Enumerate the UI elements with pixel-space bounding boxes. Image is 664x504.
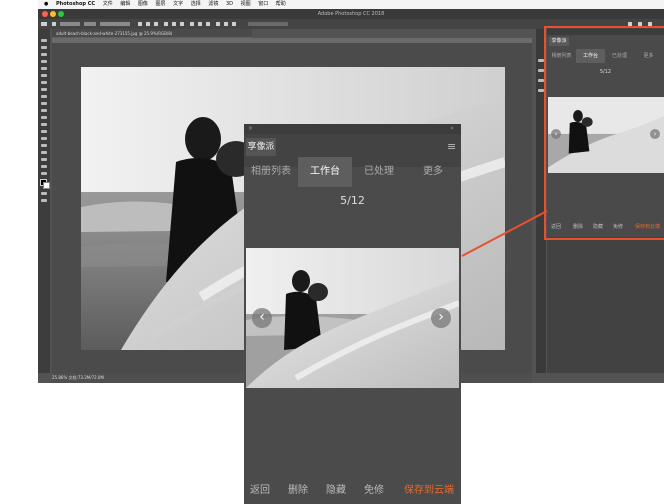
menu-item-filter[interactable]: 滤镜 <box>208 1 218 7</box>
tab-more[interactable]: 更多 <box>406 157 460 187</box>
move-tool-icon[interactable] <box>41 39 47 42</box>
dodge-tool-icon[interactable] <box>41 130 47 133</box>
menu-app-name[interactable]: Photoshop CC <box>56 1 95 7</box>
collapse-icon[interactable]: « <box>450 124 454 134</box>
close-window-icon[interactable] <box>42 11 48 17</box>
menu-item-layer[interactable]: 图层 <box>156 1 166 7</box>
stamp-tool-icon[interactable] <box>41 95 47 98</box>
menu-item-select[interactable]: 选择 <box>191 1 201 7</box>
hide-button[interactable]: 隐藏 <box>326 482 346 500</box>
panel-footer: 返回 删除 隐藏 免修 保存到云端 <box>244 482 461 500</box>
screen-mode-icon[interactable] <box>41 199 47 202</box>
window-title: Adobe Photoshop CC 2018 <box>317 11 385 17</box>
crop-tool-icon[interactable] <box>41 67 47 70</box>
delete-button[interactable]: 删除 <box>288 482 308 500</box>
menu-item-view[interactable]: 视图 <box>241 1 251 7</box>
panel-tabs: 相册列表 工作台 已处理 更多 <box>244 157 461 187</box>
highlight-frame <box>544 26 664 240</box>
panel-title: 享像派 <box>246 138 276 156</box>
image-counter: 5/12 <box>340 194 365 207</box>
pen-tool-icon[interactable] <box>41 137 47 140</box>
type-tool-icon[interactable] <box>41 144 47 147</box>
document-tab[interactable]: adult-beach-black-and-white-273155.jpg @… <box>52 29 252 38</box>
tab-workbench[interactable]: 工作台 <box>298 157 352 187</box>
minimize-window-icon[interactable] <box>50 11 56 17</box>
history-brush-tool-icon[interactable] <box>41 102 47 105</box>
menu-item-help[interactable]: 帮助 <box>276 1 286 7</box>
menu-item-3d[interactable]: 3D <box>226 1 233 7</box>
quick-mask-icon[interactable] <box>41 192 47 195</box>
gradient-tool-icon[interactable] <box>41 116 47 119</box>
skip-button[interactable]: 免修 <box>364 482 384 500</box>
tab-processed[interactable]: 已处理 <box>352 157 406 187</box>
panel-topbar: × « <box>244 124 461 134</box>
preview-image-area[interactable]: ‹ › <box>246 248 459 388</box>
back-button[interactable]: 返回 <box>250 482 270 500</box>
marquee-tool-icon[interactable] <box>41 46 47 49</box>
shape-tool-icon[interactable] <box>41 158 47 161</box>
zoom-tool-icon[interactable] <box>41 172 47 175</box>
quick-select-tool-icon[interactable] <box>41 60 47 63</box>
menu-item-window[interactable]: 窗口 <box>258 1 268 7</box>
preview-photo-image <box>246 248 459 388</box>
tools-panel <box>38 29 50 373</box>
menu-item-image[interactable]: 图像 <box>138 1 148 7</box>
menu-item-type[interactable]: 文字 <box>173 1 183 7</box>
plugin-panel-enlarged: × « 享像派 ≡ 相册列表 工作台 已处理 更多 5/12 ‹ › 返回 删除… <box>244 124 461 504</box>
window-titlebar: Adobe Photoshop CC 2018 <box>38 9 664 19</box>
tab-albums[interactable]: 相册列表 <box>244 157 298 187</box>
menu-item-file[interactable]: 文件 <box>103 1 113 7</box>
save-to-cloud-button[interactable]: 保存到云端 <box>404 482 454 500</box>
zoom-window-icon[interactable] <box>58 11 64 17</box>
menu-item-edit[interactable]: 编辑 <box>120 1 130 7</box>
menubar: ● Photoshop CC 文件 编辑 图像 图层 文字 选择 滤镜 3D 视… <box>38 0 664 9</box>
menu-icon[interactable]: ≡ <box>447 140 456 154</box>
blur-tool-icon[interactable] <box>41 123 47 126</box>
background-color-swatch[interactable] <box>43 182 50 189</box>
hand-tool-icon[interactable] <box>41 165 47 168</box>
path-select-tool-icon[interactable] <box>41 151 47 154</box>
eraser-tool-icon[interactable] <box>41 109 47 112</box>
lasso-tool-icon[interactable] <box>41 53 47 56</box>
healing-tool-icon[interactable] <box>41 81 47 84</box>
next-image-button[interactable]: › <box>431 308 451 328</box>
apple-icon[interactable]: ● <box>44 1 48 7</box>
eyedropper-tool-icon[interactable] <box>41 74 47 77</box>
prev-image-button[interactable]: ‹ <box>252 308 272 328</box>
brush-tool-icon[interactable] <box>41 88 47 91</box>
close-icon[interactable]: × <box>248 124 253 134</box>
